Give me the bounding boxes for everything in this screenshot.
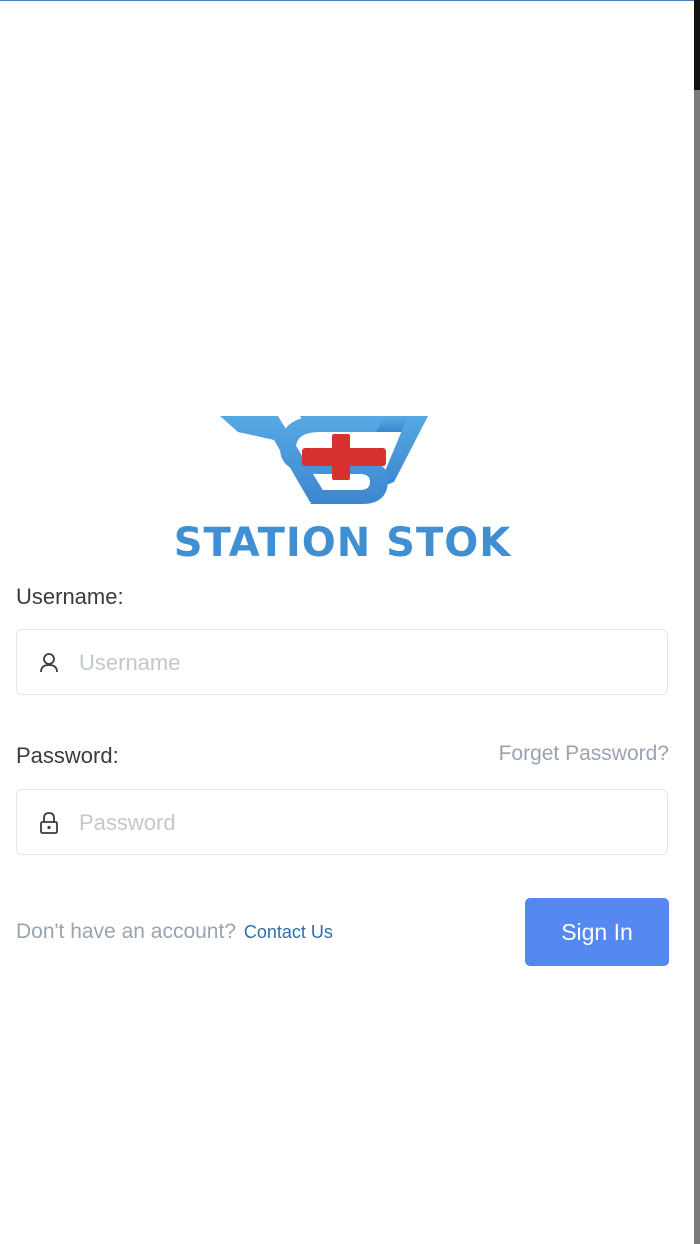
brand-name: STATION STOK bbox=[173, 520, 512, 566]
username-label: Username: bbox=[16, 584, 124, 609]
contact-us-link[interactable]: Contact Us bbox=[244, 922, 333, 942]
username-field[interactable] bbox=[16, 629, 668, 696]
scrollbar-thumb[interactable] bbox=[694, 0, 700, 90]
login-page: STATION STOK Username: Password: Forget … bbox=[0, 0, 700, 1244]
station-stok-logo-icon bbox=[220, 416, 428, 504]
top-border bbox=[0, 0, 700, 1]
signup-prompt: Don't have an account? Contact Us bbox=[16, 920, 333, 944]
brand-logo: STATION STOK bbox=[170, 410, 515, 570]
scrollbar[interactable] bbox=[694, 0, 700, 1244]
no-account-text: Don't have an account? bbox=[16, 920, 236, 943]
password-field[interactable] bbox=[16, 789, 668, 856]
password-label: Password: bbox=[16, 743, 119, 768]
sign-in-button[interactable]: Sign In bbox=[525, 898, 669, 966]
password-input[interactable] bbox=[77, 790, 661, 856]
forgot-password-link[interactable]: Forget Password? bbox=[499, 742, 669, 766]
user-icon bbox=[39, 652, 59, 674]
username-input[interactable] bbox=[77, 630, 661, 696]
lock-icon bbox=[39, 812, 59, 834]
